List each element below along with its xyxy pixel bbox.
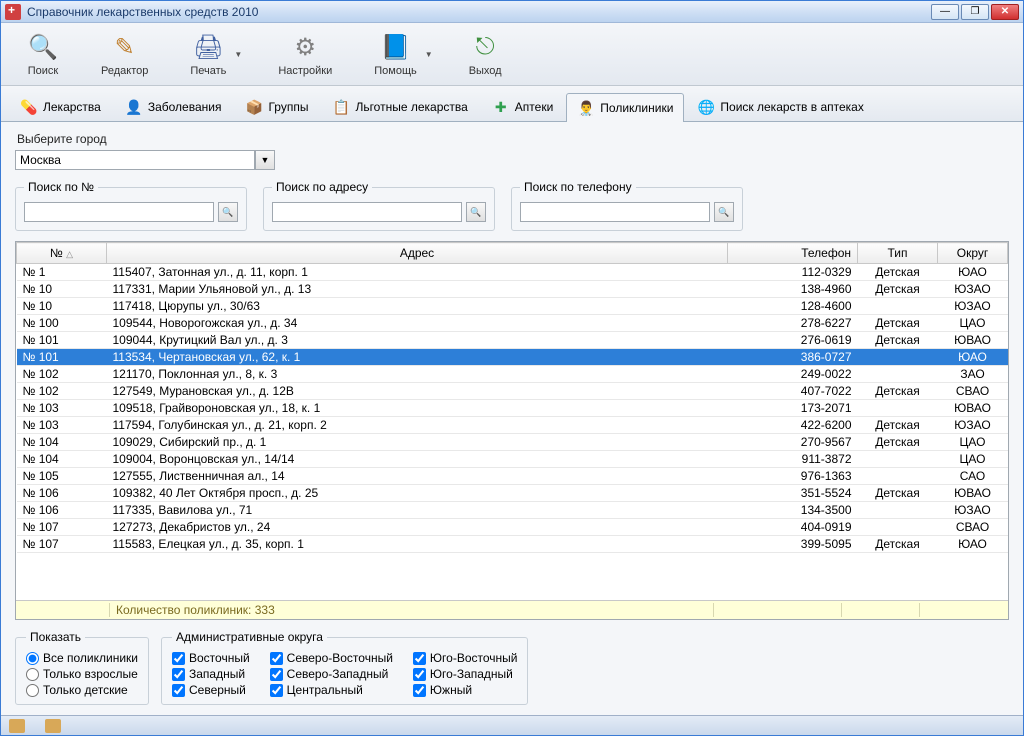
chk-north[interactable]: Северный <box>172 682 250 698</box>
table-row[interactable]: № 102121170, Поклонная ул., 8, к. 3249-0… <box>17 366 1008 383</box>
city-label: Выберите город <box>15 132 1009 146</box>
radio-adults[interactable]: Только взрослые <box>26 666 138 682</box>
help-icon: 📘 <box>380 31 412 63</box>
tab-medicines[interactable]: 💊Лекарства <box>9 92 112 121</box>
maximize-button[interactable]: ❐ <box>961 4 989 20</box>
table-row[interactable]: № 104109004, Воронцовская ул., 14/14911-… <box>17 451 1008 468</box>
table-row[interactable]: № 105127555, Лиственничная ал., 14976-13… <box>17 468 1008 485</box>
chk-se[interactable]: Юго-Восточный <box>413 650 518 666</box>
table-row[interactable]: № 106109382, 40 Лет Октября просп., д. 2… <box>17 485 1008 502</box>
table-row[interactable]: № 103109518, Грайвороновская ул., 18, к.… <box>17 400 1008 417</box>
city-combo[interactable] <box>15 150 255 170</box>
tab-clinics[interactable]: 👨‍⚕️Поликлиники <box>566 93 684 122</box>
toolbar-search[interactable]: 🔍 Поиск <box>21 29 65 79</box>
radio-children[interactable]: Только детские <box>26 682 138 698</box>
taskbar-item[interactable] <box>9 719 25 733</box>
clinics-table: № △ Адрес Телефон Тип Округ № 1115407, З… <box>15 241 1009 620</box>
print-dropdown-arrow[interactable]: ▼ <box>234 50 242 59</box>
radio-all[interactable]: Все поликлиники <box>26 650 138 666</box>
chk-central[interactable]: Центральный <box>270 682 393 698</box>
table-row[interactable]: № 107127273, Декабристов ул., 24404-0919… <box>17 519 1008 536</box>
cross-icon: ✚ <box>492 98 510 116</box>
tab-pharmacies[interactable]: ✚Аптеки <box>481 92 565 121</box>
table-row[interactable]: № 103117594, Голубинская ул., д. 21, кор… <box>17 417 1008 434</box>
window-title: Справочник лекарственных средств 2010 <box>27 5 931 19</box>
tab-find-pharm[interactable]: 🌐Поиск лекарств в аптеках <box>686 92 874 121</box>
filter-districts: Административные округа Восточный Западн… <box>161 630 528 705</box>
toolbar-editor[interactable]: ✎ Редактор <box>95 29 154 79</box>
taskbar-item[interactable] <box>45 719 61 733</box>
col-header-type[interactable]: Тип <box>858 243 938 264</box>
chk-west[interactable]: Западный <box>172 666 250 682</box>
city-combo-button[interactable]: ▼ <box>255 150 275 170</box>
table-row[interactable]: № 102127549, Мурановская ул., д. 12В407-… <box>17 383 1008 400</box>
table-row[interactable]: № 1115407, Затонная ул., д. 11, корп. 11… <box>17 264 1008 281</box>
tab-bar: 💊Лекарства 👤Заболевания 📦Группы 📋Льготны… <box>1 86 1023 122</box>
table-row[interactable]: № 10117418, Цюрупы ул., 30/63128-4600ЮЗА… <box>17 298 1008 315</box>
chk-south[interactable]: Южный <box>413 682 518 698</box>
search-icon: 🔍 <box>27 31 59 63</box>
chk-nw[interactable]: Северо-Западный <box>270 666 393 682</box>
table-scroll[interactable]: № △ Адрес Телефон Тип Округ № 1115407, З… <box>16 242 1008 600</box>
search-addr-input[interactable] <box>272 202 462 222</box>
gear-icon: ⚙ <box>289 31 321 63</box>
person-icon: 👨‍⚕️ <box>577 99 595 117</box>
titlebar: Справочник лекарственных средств 2010 — … <box>1 1 1023 23</box>
tab-diseases[interactable]: 👤Заболевания <box>114 92 233 121</box>
search-num-button[interactable]: 🔍 <box>218 202 238 222</box>
table-row[interactable]: № 104109029, Сибирский пр., д. 1270-9567… <box>17 434 1008 451</box>
exit-icon: ⎋ <box>469 31 501 63</box>
edit-icon: ✎ <box>109 31 141 63</box>
chk-ne[interactable]: Северо-Восточный <box>270 650 393 666</box>
table-footer: Количество поликлиник: 333 <box>16 600 1008 619</box>
search-tel-label: Поиск по телефону <box>520 180 636 194</box>
head-icon: 👤 <box>125 98 143 116</box>
filter-show: Показать Все поликлиники Только взрослые… <box>15 630 149 705</box>
table-row[interactable]: № 101109044, Крутицкий Вал ул., д. 3276-… <box>17 332 1008 349</box>
search-tel-button[interactable]: 🔍 <box>714 202 734 222</box>
pill-icon: 💊 <box>20 98 38 116</box>
close-button[interactable]: ✕ <box>991 4 1019 20</box>
table-row[interactable]: № 101113534, Чертановская ул., 62, к. 13… <box>17 349 1008 366</box>
chk-sw[interactable]: Юго-Западный <box>413 666 518 682</box>
search-num-label: Поиск по № <box>24 180 98 194</box>
note-icon: 📋 <box>332 98 350 116</box>
tab-groups[interactable]: 📦Группы <box>234 92 319 121</box>
toolbar-print[interactable]: 🖨 Печать <box>184 29 232 79</box>
col-header-addr[interactable]: Адрес <box>107 243 728 264</box>
table-row[interactable]: № 107115583, Елецкая ул., д. 35, корп. 1… <box>17 536 1008 553</box>
minimize-button[interactable]: — <box>931 4 959 20</box>
search-addr-button[interactable]: 🔍 <box>466 202 486 222</box>
table-row[interactable]: № 106117335, Вавилова ул., 71134-3500ЮЗА… <box>17 502 1008 519</box>
globe-icon: 🌐 <box>697 98 715 116</box>
search-addr-label: Поиск по адресу <box>272 180 372 194</box>
table-row[interactable]: № 100109544, Новорогожская ул., д. 34278… <box>17 315 1008 332</box>
taskbar <box>1 715 1023 735</box>
chk-east[interactable]: Восточный <box>172 650 250 666</box>
help-dropdown-arrow[interactable]: ▼ <box>425 50 433 59</box>
col-header-num[interactable]: № △ <box>17 243 107 264</box>
print-icon: 🖨 <box>192 31 224 63</box>
box-icon: 📦 <box>245 98 263 116</box>
col-header-okr[interactable]: Округ <box>938 243 1008 264</box>
search-num-input[interactable] <box>24 202 214 222</box>
app-icon <box>5 4 21 20</box>
toolbar-settings[interactable]: ⚙ Настройки <box>272 29 338 79</box>
col-header-tel[interactable]: Телефон <box>728 243 858 264</box>
search-tel-input[interactable] <box>520 202 710 222</box>
tab-lgot[interactable]: 📋Льготные лекарства <box>321 92 478 121</box>
toolbar-exit[interactable]: ⎋ Выход <box>463 29 508 79</box>
table-row[interactable]: № 10117331, Марии Ульяновой ул., д. 1313… <box>17 281 1008 298</box>
toolbar-help[interactable]: 📘 Помощь <box>368 29 423 79</box>
main-toolbar: 🔍 Поиск ✎ Редактор 🖨 Печать ▼ ⚙ Настройк… <box>1 23 1023 86</box>
